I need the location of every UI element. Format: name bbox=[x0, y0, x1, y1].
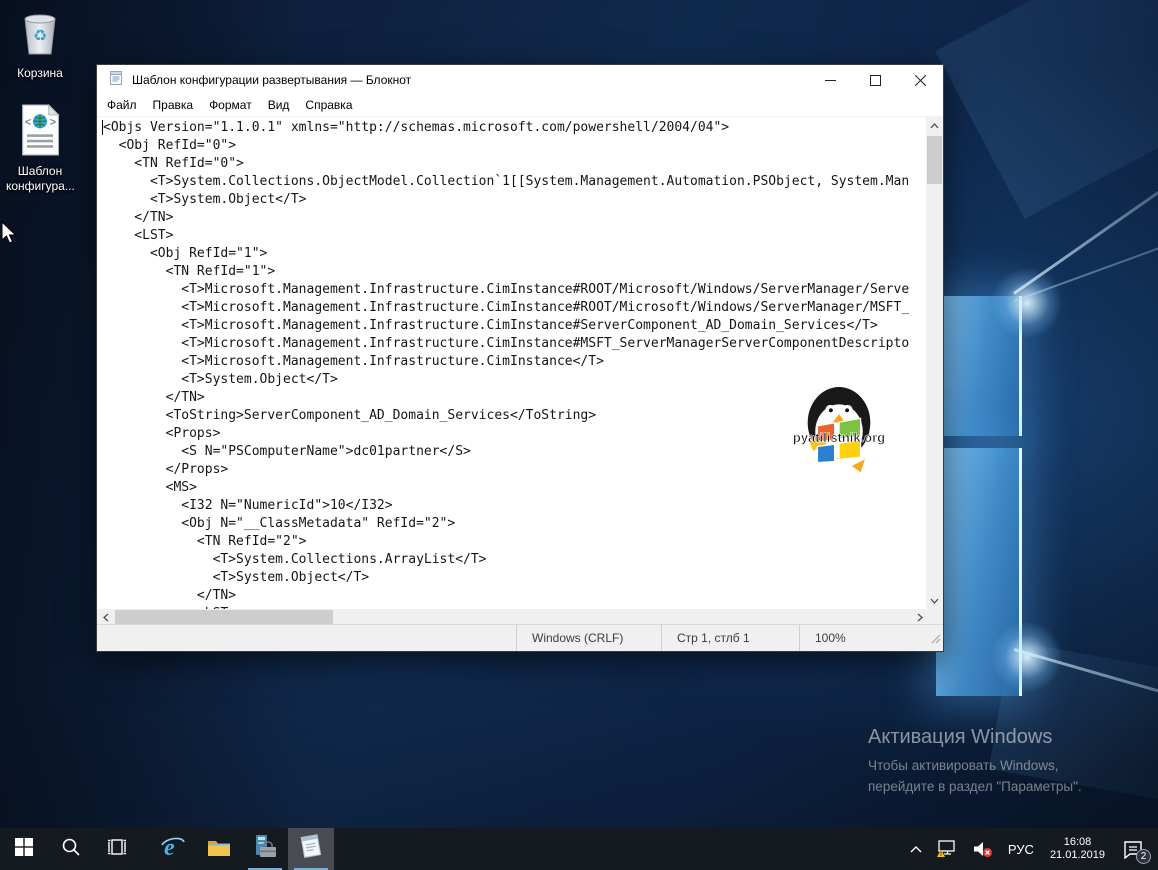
code-line: <LST> bbox=[103, 228, 174, 243]
desktop-icon-label: конфигура... bbox=[6, 179, 75, 193]
code-line: </TN> bbox=[103, 588, 237, 603]
desktop: ♻ Корзина < > Шаблон конфигура... Шаблон… bbox=[0, 0, 1158, 870]
wallpaper-corner-glow bbox=[992, 268, 1062, 338]
recycle-bin-icon: ♻ bbox=[6, 8, 74, 63]
volume-muted-button[interactable] bbox=[965, 828, 1001, 870]
maximize-button[interactable] bbox=[853, 65, 898, 95]
code-line: <T>Microsoft.Management.Infrastructure.C… bbox=[103, 336, 910, 351]
svg-text:!: ! bbox=[940, 851, 942, 858]
internet-explorer-button[interactable]: e bbox=[150, 828, 196, 870]
status-spacer bbox=[97, 625, 516, 651]
taskbar-separator bbox=[140, 828, 150, 870]
search-icon bbox=[61, 837, 81, 862]
activation-line2: перейдите в раздел "Параметры". bbox=[868, 779, 1082, 794]
svg-text:<: < bbox=[25, 117, 31, 129]
code-line: <Obj RefId="0"> bbox=[103, 138, 237, 153]
activation-line1: Чтобы активировать Windows, bbox=[868, 758, 1059, 773]
menu-edit[interactable]: Правка bbox=[145, 95, 202, 116]
taskbar-apps: e bbox=[0, 828, 334, 870]
svg-text:♻: ♻ bbox=[33, 28, 47, 45]
clock[interactable]: 16:08 21.01.2019 bbox=[1041, 828, 1114, 870]
code-line: <MS> bbox=[103, 480, 197, 495]
server-manager-icon bbox=[252, 834, 278, 865]
code-line: <TN RefId="2"> bbox=[103, 534, 307, 549]
scroll-up-icon[interactable] bbox=[926, 117, 943, 134]
windows-logo-icon bbox=[15, 837, 33, 861]
notepad-taskbar-icon bbox=[298, 833, 325, 865]
action-center-button[interactable]: 2 bbox=[1114, 828, 1152, 870]
task-view-button[interactable] bbox=[94, 828, 140, 870]
menu-view[interactable]: Вид bbox=[260, 95, 298, 116]
menu-file[interactable]: Файл bbox=[99, 95, 145, 116]
code-line: <Objs Version="1.1.0.1" xmlns="http://sc… bbox=[103, 120, 730, 135]
language-indicator[interactable]: РУС bbox=[1001, 828, 1041, 870]
notepad-app-icon bbox=[108, 70, 124, 91]
scrollbar-corner bbox=[926, 607, 943, 624]
horizontal-scroll-thumb[interactable] bbox=[115, 610, 333, 625]
status-zoom-level: 100% bbox=[799, 625, 943, 651]
code-line: <T>Microsoft.Management.Infrastructure.C… bbox=[103, 318, 878, 333]
wallpaper-corner-glow bbox=[992, 622, 1062, 692]
clock-date: 21.01.2019 bbox=[1049, 849, 1105, 861]
chevron-up-icon bbox=[910, 846, 922, 853]
desktop-icon-label: Корзина bbox=[17, 66, 63, 80]
desktop-icon-xml-template[interactable]: < > Шаблон конфигура... bbox=[6, 103, 75, 194]
resize-grip-icon[interactable] bbox=[929, 631, 941, 649]
file-explorer-button[interactable] bbox=[196, 828, 242, 870]
code-line: <TN RefId="1"> bbox=[103, 264, 276, 279]
desktop-icon-label: Шаблон bbox=[17, 164, 63, 178]
text-editor[interactable]: <Objs Version="1.1.0.1" xmlns="http://sc… bbox=[97, 117, 928, 609]
window-title: Шаблон конфигурации развертывания — Блок… bbox=[132, 73, 412, 87]
search-button[interactable] bbox=[48, 828, 94, 870]
server-manager-button[interactable] bbox=[242, 828, 288, 870]
status-bar: Windows (CRLF) Стр 1, стлб 1 100% bbox=[97, 624, 943, 651]
desktop-icon-recycle-bin[interactable]: ♻ Корзина bbox=[6, 8, 74, 81]
code-line: <T>Microsoft.Management.Infrastructure.C… bbox=[103, 300, 910, 315]
close-button[interactable] bbox=[898, 65, 943, 95]
notepad-window: Шаблон конфигурации развертывания — Блок… bbox=[96, 64, 944, 652]
folder-icon bbox=[207, 837, 231, 862]
network-status-button[interactable]: ! bbox=[929, 828, 965, 870]
clock-time: 16:08 bbox=[1063, 836, 1092, 848]
code-line: </TN> bbox=[103, 210, 174, 225]
activation-title: Активация Windows bbox=[868, 726, 1053, 748]
svg-text:pyatilistnik.org: pyatilistnik.org bbox=[793, 430, 885, 445]
status-cursor-position: Стр 1, стлб 1 bbox=[661, 625, 799, 651]
code-line: <T>Microsoft.Management.Infrastructure.C… bbox=[103, 282, 910, 297]
code-line: <TN RefId="0"> bbox=[103, 156, 244, 171]
code-line: <T>Microsoft.Management.Infrastructure.C… bbox=[103, 354, 604, 369]
svg-text:>: > bbox=[50, 117, 56, 129]
text-caret bbox=[102, 120, 103, 135]
code-line: <T>System.Object</T> bbox=[103, 192, 307, 207]
xml-file-icon: < > bbox=[6, 103, 74, 161]
task-view-icon bbox=[107, 838, 127, 861]
pyatilistnik-logo: pyatilistnik.org bbox=[785, 373, 893, 481]
status-line-ending: Windows (CRLF) bbox=[516, 625, 661, 651]
vertical-scrollbar[interactable] bbox=[926, 117, 943, 609]
notification-badge: 2 bbox=[1136, 849, 1151, 864]
internet-explorer-icon: e bbox=[160, 834, 186, 865]
menu-help[interactable]: Справка bbox=[297, 95, 360, 116]
code-line: <Obj RefId="1"> bbox=[103, 246, 268, 261]
menu-format[interactable]: Формат bbox=[201, 95, 260, 116]
speaker-muted-icon bbox=[973, 842, 992, 858]
menu-bar: Файл Правка Формат Вид Справка bbox=[97, 95, 943, 117]
notepad-taskbar-button[interactable] bbox=[288, 828, 334, 870]
taskbar: e ! РУС 16:08 21.01.2019 2 bbox=[0, 828, 1158, 870]
code-line: <Obj N="__ClassMetadata" RefId="2"> bbox=[103, 516, 456, 531]
editor-area: <Objs Version="1.1.0.1" xmlns="http://sc… bbox=[97, 117, 943, 609]
code-line: <T>System.Collections.ArrayList</T> bbox=[103, 552, 487, 567]
tray-expand-button[interactable] bbox=[903, 828, 929, 870]
start-button[interactable] bbox=[0, 828, 48, 870]
title-bar[interactable]: Шаблон конфигурации развертывания — Блок… bbox=[97, 65, 943, 95]
mouse-cursor bbox=[1, 220, 17, 250]
activation-watermark: Активация Windows Чтобы активировать Win… bbox=[868, 726, 1082, 797]
code-line: <T>System.Object</T> bbox=[103, 570, 370, 585]
vertical-scroll-thumb[interactable] bbox=[927, 136, 942, 184]
code-line: <I32 N="NumericId">10</I32> bbox=[103, 498, 393, 513]
system-tray: ! РУС 16:08 21.01.2019 2 bbox=[903, 828, 1158, 870]
code-line: <T>System.Collections.ObjectModel.Collec… bbox=[103, 174, 910, 189]
minimize-button[interactable] bbox=[808, 65, 853, 95]
network-warning-icon: ! bbox=[936, 840, 955, 858]
